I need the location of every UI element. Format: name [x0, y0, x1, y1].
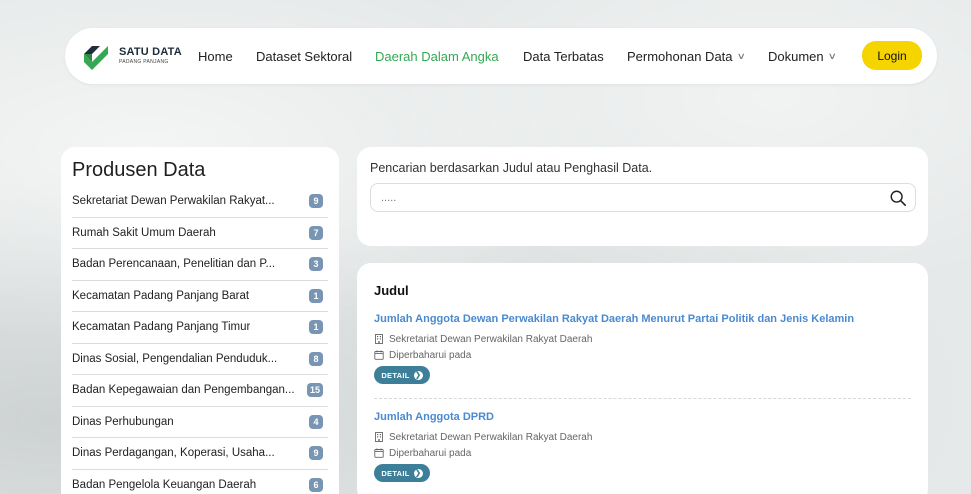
producer-item[interactable]: Dinas Sosial, Pengendalian Penduduk... 8	[72, 344, 328, 375]
producer-list: Sekretariat Dewan Perwakilan Rakyat... 9 R…	[72, 186, 328, 494]
result-title-link[interactable]: Jumlah Anggota DPRD	[374, 411, 911, 423]
producer-panel-title: Produsen Data	[72, 159, 206, 181]
producer-name: Badan Kepegawaian dan Pengembangan...	[72, 384, 295, 397]
search-box	[370, 183, 916, 212]
nav-dataset-sektoral-label: Dataset Sektoral	[256, 48, 353, 64]
producer-item[interactable]: Dinas Perdagangan, Koperasi, Usaha... 9	[72, 438, 328, 470]
producer-count-badge: 4	[309, 414, 323, 429]
search-icon[interactable]	[889, 189, 907, 207]
nav-daerah-dalam-angka[interactable]: Daerah Dalam Angka	[375, 49, 499, 64]
detail-button[interactable]: DETAIL ❯	[374, 464, 430, 482]
producer-item[interactable]: Kecamatan Padang Panjang Timur 1	[72, 312, 328, 344]
nav-dokumen-label: Dokumen	[768, 48, 824, 64]
calendar-icon	[374, 448, 384, 458]
producer-item[interactable]: Badan Pengelola Keuangan Daerah 6	[72, 470, 328, 494]
result-updated: Diperbaharui pada	[374, 347, 911, 363]
logo-mark-icon	[81, 41, 111, 71]
producer-count-badge: 1	[309, 320, 323, 335]
result-list: Jumlah Anggota Dewan Perwakilan Rakyat D…	[374, 313, 911, 494]
arrow-right-icon: ❯	[413, 468, 423, 478]
producer-name: Badan Perencanaan, Penelitian dan P...	[72, 258, 276, 271]
producer-item[interactable]: Badan Kepegawaian dan Pengembangan... 15	[72, 375, 328, 407]
detail-button[interactable]: DETAIL ❯	[374, 366, 430, 384]
nav-permohonan-data-label: Permohonan Data	[627, 48, 733, 64]
result-producer-label: Sekretariat Dewan Perwakilan Rakyat Daer…	[389, 431, 593, 443]
arrow-right-icon: ❯	[413, 370, 423, 380]
result-producer: Sekretariat Dewan Perwakilan Rakyat Daer…	[374, 331, 911, 347]
producer-name: Dinas Sosial, Pengendalian Penduduk...	[72, 352, 278, 365]
producer-count-badge: 8	[309, 351, 323, 366]
detail-button-label: DETAIL	[381, 468, 410, 478]
producer-count-badge: 7	[309, 225, 323, 240]
producer-count-badge: 9	[309, 194, 323, 209]
producer-count-badge: 9	[309, 446, 323, 461]
producer-name: Badan Pengelola Keuangan Daerah	[72, 478, 257, 491]
producer-name: Dinas Perdagangan, Koperasi, Usaha...	[72, 447, 275, 460]
nav-dataset-sektoral[interactable]: Dataset Sektoral	[256, 49, 352, 64]
producer-name: Sekretariat Dewan Perwakilan Rakyat...	[72, 195, 275, 208]
producer-item[interactable]: Rumah Sakit Umum Daerah 7	[72, 218, 328, 249]
nav-daerah-dalam-angka-label: Daerah Dalam Angka	[375, 48, 499, 64]
calendar-icon	[374, 350, 384, 360]
navbar: SATU DATA PADANG PANJANG Home Dataset Se…	[65, 28, 937, 84]
results-header: Judul	[374, 283, 409, 298]
producer-name: Kecamatan Padang Panjang Timur	[72, 321, 251, 334]
nav-home-label: Home	[198, 48, 233, 64]
brand-subtitle: PADANG PANJANG	[119, 59, 169, 65]
producer-item[interactable]: Dinas Perhubungan 4	[72, 407, 328, 438]
result-updated-label: Diperbaharui pada	[389, 349, 472, 361]
producer-count-badge: 15	[306, 383, 323, 398]
login-button[interactable]: Login	[862, 41, 922, 70]
building-icon	[375, 334, 383, 344]
detail-button-label: DETAIL	[381, 370, 410, 380]
nav-home[interactable]: Home	[198, 49, 233, 64]
producer-name: Rumah Sakit Umum Daerah	[72, 226, 216, 239]
search-label: Pencarian berdasarkan Judul atau Penghas…	[370, 161, 653, 175]
chevron-down-icon: ∨	[736, 50, 746, 61]
brand-title: SATU DATA	[119, 46, 182, 58]
producer-count-badge: 6	[309, 477, 323, 492]
producer-item[interactable]: Kecamatan Padang Panjang Barat 1	[72, 281, 328, 312]
result-updated-label: Diperbaharui pada	[389, 447, 472, 459]
search-card: Pencarian berdasarkan Judul atau Penghas…	[357, 147, 928, 246]
result-producer: Sekretariat Dewan Perwakilan Rakyat Daer…	[374, 429, 911, 445]
producer-item[interactable]: Badan Perencanaan, Penelitian dan P... 3	[72, 249, 328, 281]
producer-count-badge: 3	[309, 257, 323, 272]
producer-count-badge: 1	[309, 288, 323, 303]
result-producer-label: Sekretariat Dewan Perwakilan Rakyat Daer…	[389, 333, 593, 345]
nav-dokumen[interactable]: Dokumen ∨	[768, 48, 837, 64]
brand-logo[interactable]: SATU DATA PADANG PANJANG	[81, 41, 201, 71]
nav-data-terbatas[interactable]: Data Terbatas	[523, 49, 604, 64]
result-item: Jumlah Anggota Dewan Perwakilan Rakyat D…	[374, 313, 911, 398]
result-updated: Diperbaharui pada	[374, 445, 911, 461]
result-title-link[interactable]: Jumlah Anggota Dewan Perwakilan Rakyat D…	[374, 313, 911, 325]
producer-item[interactable]: Sekretariat Dewan Perwakilan Rakyat... 9	[72, 186, 328, 218]
nav-data-terbatas-label: Data Terbatas	[523, 48, 604, 64]
search-input[interactable]	[381, 191, 889, 204]
result-item: Jumlah Anggota DPRD Sekretariat Dewan Per…	[374, 398, 911, 494]
producer-name: Kecamatan Padang Panjang Barat	[72, 289, 250, 302]
producer-name: Dinas Perhubungan	[72, 415, 174, 428]
nav-permohonan-data[interactable]: Permohonan Data ∨	[627, 48, 746, 64]
results-card: Judul Jumlah Anggota Dewan Perwakilan Ra…	[357, 263, 928, 494]
producer-panel: Produsen Data Sekretariat Dewan Perwakil…	[61, 147, 339, 494]
chevron-down-icon: ∨	[827, 50, 837, 61]
building-icon	[375, 432, 383, 442]
